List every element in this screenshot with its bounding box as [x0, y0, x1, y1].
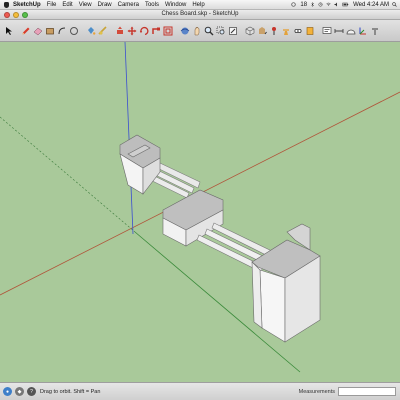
position-camera-icon[interactable]	[268, 24, 279, 38]
menu-app-name[interactable]: SketchUp	[13, 2, 41, 8]
rectangle-icon[interactable]	[44, 24, 55, 38]
window-title-bar: Chess Board.skp - SketchUp	[0, 10, 400, 20]
instructor-icon[interactable]: ?	[27, 387, 36, 396]
toolbar-separator	[109, 24, 113, 38]
toolbar-separator	[239, 24, 243, 38]
menu-view[interactable]: View	[79, 2, 92, 8]
walk-icon[interactable]	[280, 24, 291, 38]
toolbar-separator	[174, 24, 178, 38]
model-canvas[interactable]	[0, 42, 400, 382]
green-axis-negative	[0, 116, 136, 233]
orbit-icon[interactable]	[179, 24, 190, 38]
zoom-icon[interactable]	[203, 24, 214, 38]
status-hint: Drag to orbit. Shift = Pan	[40, 388, 101, 395]
menu-tools[interactable]: Tools	[145, 2, 159, 8]
main-toolbar	[0, 20, 400, 42]
end-block-right	[251, 223, 321, 343]
credits-icon[interactable]: ◆	[15, 387, 24, 396]
menu-file[interactable]: File	[47, 2, 57, 8]
geo-location-icon[interactable]: ●	[3, 387, 12, 396]
3d-text-icon[interactable]	[369, 24, 380, 38]
text-icon[interactable]	[321, 24, 332, 38]
select-icon[interactable]	[3, 24, 14, 38]
paint-bucket-icon[interactable]	[85, 24, 96, 38]
toolbar-separator	[15, 24, 19, 38]
protractor-icon[interactable]	[345, 24, 356, 38]
measurements-input[interactable]	[338, 387, 396, 396]
window-title: Chess Board.skp - SketchUp	[161, 11, 239, 17]
menu-window[interactable]: Window	[165, 2, 186, 8]
menu-draw[interactable]: Draw	[98, 2, 112, 8]
follow-me-icon[interactable]	[150, 24, 161, 38]
arc-icon[interactable]	[56, 24, 67, 38]
circle-icon[interactable]	[68, 24, 79, 38]
section-plane-icon[interactable]	[304, 24, 315, 38]
look-around-icon[interactable]	[292, 24, 303, 38]
push-pull-icon[interactable]	[114, 24, 125, 38]
tape-measure-icon[interactable]	[97, 24, 108, 38]
rotate-icon[interactable]	[138, 24, 149, 38]
volume-icon[interactable]	[334, 2, 339, 7]
offset-icon[interactable]	[162, 24, 173, 38]
pan-icon[interactable]	[191, 24, 202, 38]
status-bar: ● ◆ ? Drag to orbit. Shift = Pan Measure…	[0, 382, 400, 400]
toolbar-separator	[80, 24, 84, 38]
end-block-left	[119, 134, 161, 195]
menu-help[interactable]: Help	[192, 2, 204, 8]
menu-bar: SketchUp File Edit View Draw Camera Tool…	[0, 0, 400, 10]
status-number[interactable]: 18	[300, 2, 307, 8]
clock[interactable]: Wed 4:24 AM	[353, 2, 389, 8]
menu-camera[interactable]: Camera	[118, 2, 139, 8]
status-extra-icon[interactable]	[291, 2, 296, 7]
components-icon[interactable]	[244, 24, 255, 38]
apple-icon[interactable]	[4, 1, 9, 8]
time-machine-icon[interactable]	[318, 2, 323, 7]
zoom-extents-icon[interactable]	[227, 24, 238, 38]
axes-icon[interactable]	[357, 24, 368, 38]
measurements-area: Measurements	[299, 387, 400, 396]
zoom-window-icon[interactable]	[215, 24, 226, 38]
pencil-icon[interactable]	[20, 24, 31, 38]
spotlight-search-icon[interactable]	[392, 2, 397, 7]
eraser-icon[interactable]	[32, 24, 43, 38]
materials-icon[interactable]	[256, 24, 267, 38]
sketchup-app: SketchUp File Edit View Draw Camera Tool…	[0, 0, 400, 400]
move-icon[interactable]	[126, 24, 137, 38]
toolbar-separator	[316, 24, 320, 38]
wifi-icon[interactable]	[326, 2, 331, 7]
bluetooth-icon[interactable]	[310, 2, 315, 7]
menubar-status-area: 18 Wed 4:24 AM	[288, 2, 400, 8]
dimension-icon[interactable]	[333, 24, 344, 38]
battery-icon[interactable]	[342, 2, 349, 7]
model-viewport[interactable]	[0, 42, 400, 382]
menu-edit[interactable]: Edit	[62, 2, 72, 8]
measurements-label: Measurements	[298, 388, 335, 395]
